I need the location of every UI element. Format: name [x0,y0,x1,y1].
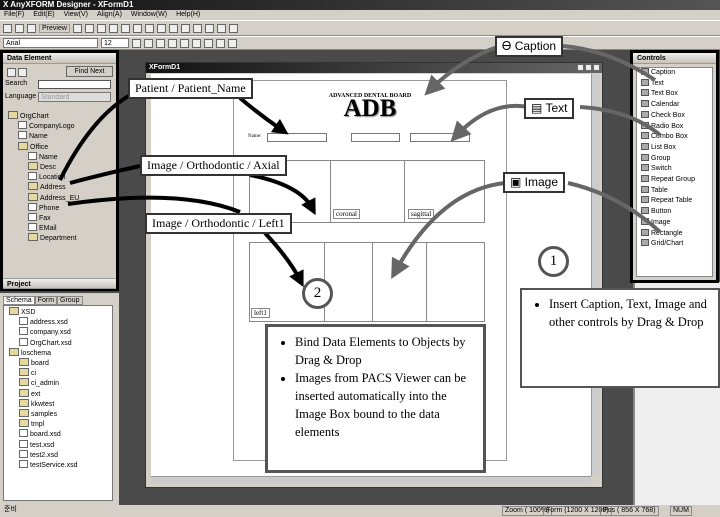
arrow-caption-to-form [424,44,501,96]
arrow-phone [69,164,141,185]
caption-icon: Ꮎ [502,39,515,53]
arrow-patient-name [238,96,289,135]
callout-caption: Ꮎ Caption [495,36,564,57]
arrow-text-to-form [450,103,529,142]
step-1-badge: 1 [538,246,569,277]
arrow-image-from-controls [567,181,662,234]
status-ready: 준비 [4,506,17,513]
arrow-email [67,195,241,214]
arrow-axial [249,173,316,216]
callout-left1: Image / Orthodontic / Left1 [145,213,292,234]
arrow-text-from-controls [579,105,662,137]
arrow-caption-from-controls [562,44,657,82]
insert-note-box: Insert Caption, Text, Image and other co… [520,288,720,388]
status-position: Pos ( 856 X 768) [600,506,659,516]
image-icon: ▣ [510,175,525,189]
status-bar: 준비 Zoom ( 100%) Form (1200 X 1200) Pos (… [0,505,720,517]
bind-note-box: Bind Data Elements to Objects by Drag & … [265,324,486,473]
callout-patient-name: Patient / Patient_Name [128,78,253,99]
callout-axial: Image / Orthodontic / Axial [140,155,287,176]
pacs-note: Images from PACS Viewer can be inserted … [295,369,477,441]
bind-note: Bind Data Elements to Objects by Drag & … [295,333,477,369]
arrow-address [58,88,141,181]
text-icon: ▤ [531,101,546,115]
step-2-badge: 2 [302,278,333,309]
callout-image: ▣ Image [503,172,566,193]
status-num: NUM [670,506,692,516]
insert-note: Insert Caption, Text, Image and other co… [549,295,712,331]
arrow-image-to-form [391,181,506,280]
callout-text: ▤ Text [524,98,575,119]
arrow-left1 [263,231,304,288]
